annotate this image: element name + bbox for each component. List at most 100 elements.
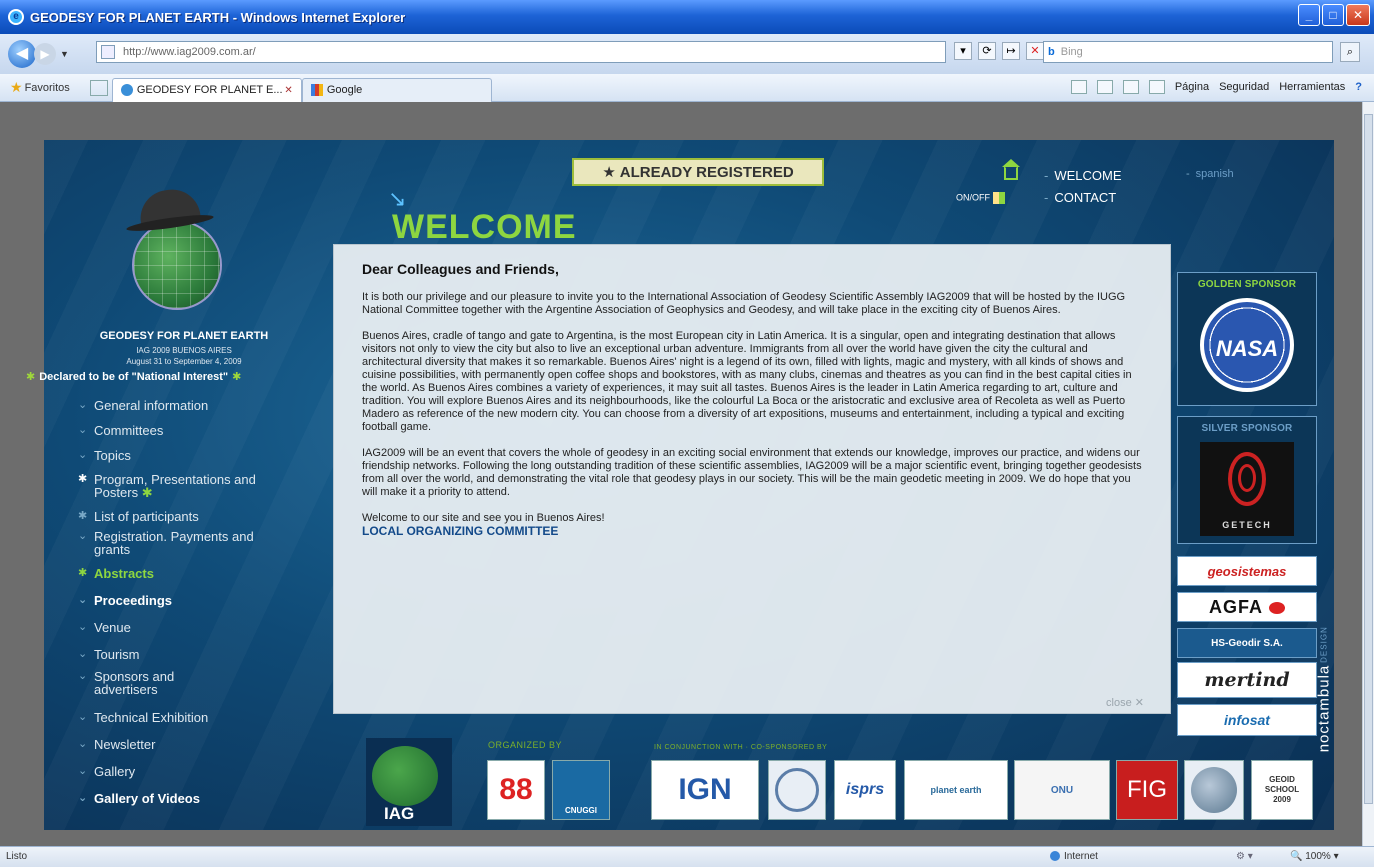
globe-seal-logo[interactable] (1184, 760, 1244, 820)
organized-by-label: ORGANIZED BY (488, 740, 563, 750)
ie-page-icon (120, 84, 133, 96)
getech-logo: GETECH (1200, 442, 1294, 536)
go-icon[interactable]: ↦ (1002, 42, 1020, 60)
seal-logo[interactable] (768, 760, 826, 820)
designer-brand: DESIGN noctambula (1315, 626, 1333, 753)
home-nav-icon[interactable] (1002, 159, 1020, 180)
nav-tourism[interactable]: ⌄ Tourism (74, 647, 314, 662)
language-link[interactable]: - spanish (1186, 168, 1234, 180)
nav-technical-exhibition[interactable]: ⌄ Technical Exhibition (74, 710, 314, 725)
nav-gallery[interactable]: ⌄ Gallery (74, 764, 314, 779)
bing-logo-icon: b (1048, 46, 1055, 58)
search-input[interactable]: b Bing (1043, 41, 1333, 63)
popup-close-button[interactable]: close ✕ (1106, 696, 1144, 709)
cooperation-label: IN CONJUNCTION WITH · CO-SPONSORED BY (654, 744, 828, 751)
popup-committee: LOCAL ORGANIZING COMMITTEE (362, 524, 559, 538)
zoom-level[interactable]: 🔍 100% ▾ (1290, 851, 1339, 862)
nav-topics[interactable]: ⌄ Topics (74, 448, 314, 463)
iag-logo[interactable]: IAG (366, 738, 452, 826)
nasa-logo: NASA (1200, 298, 1294, 392)
already-registered-button[interactable]: ★ ALREADY REGISTERED (572, 158, 824, 186)
national-interest-note: ✱ Declared to be of "National Interest" ✱ (26, 371, 242, 383)
compatibility-view-icon[interactable]: ▾ (954, 42, 972, 60)
print-icon[interactable] (1148, 80, 1165, 94)
ie-icon: e (8, 9, 24, 25)
page-menu[interactable]: Página (1175, 81, 1209, 93)
popup-paragraph: It is both our privilege and our pleasur… (362, 291, 1126, 316)
nav-welcome-link[interactable]: - WELCOME (1044, 168, 1122, 183)
org-dates: August 31 to September 4, 2009 (126, 357, 242, 366)
org-88-logo[interactable]: 88 (487, 760, 545, 820)
sponsor-hs-geodir[interactable]: HS-Geodir S.A. (1177, 628, 1317, 658)
nav-proceedings[interactable]: ⌄ Proceedings (74, 593, 314, 608)
ign-logo[interactable]: IGN (651, 760, 759, 820)
silver-sponsor-box[interactable]: SILVER SPONSOR GETECH (1177, 416, 1317, 544)
fig-logo[interactable]: FIG (1116, 760, 1178, 820)
nav-general-information[interactable]: ⌄ General information (74, 398, 314, 413)
cnuggi-logo[interactable]: CNUGGI (552, 760, 610, 820)
iag-globe-logo (132, 220, 222, 310)
url-text: http://www.iag2009.com.ar/ (123, 46, 256, 58)
scroll-thumb[interactable] (1364, 114, 1373, 804)
page-icon (101, 45, 115, 59)
sponsor-geosistemas[interactable]: geosistemas (1177, 556, 1317, 586)
url-field[interactable]: http://www.iag2009.com.ar/ (96, 41, 946, 63)
stop-icon[interactable]: ✕ (1026, 42, 1044, 60)
window-titlebar: e GEODESY FOR PLANET EARTH - Windows Int… (0, 0, 1374, 34)
close-window-button[interactable]: ✕ (1346, 4, 1370, 26)
close-icon: ✕ (1134, 697, 1144, 709)
sponsor-infosat[interactable]: infosat (1177, 704, 1317, 736)
geoid-school-logo[interactable]: GEOID SCHOOL 2009 (1251, 760, 1313, 820)
address-bar: ◀ ▶ ▼ http://www.iag2009.com.ar/ ▾ ⟳ ↦ ✕… (0, 34, 1374, 74)
nav-registration[interactable]: ⌄ Registration. Payments and grants (74, 530, 264, 556)
nav-contact-link[interactable]: - CONTACT (1044, 190, 1116, 205)
vertical-scrollbar[interactable] (1362, 102, 1374, 846)
sponsor-mertind[interactable]: mertind (1177, 662, 1317, 698)
favorites-label[interactable]: Favoritos (25, 82, 70, 94)
protected-mode-icon[interactable]: ⚙ ▾ (1236, 851, 1253, 862)
home-icon[interactable] (1070, 80, 1087, 94)
tools-menu[interactable]: Herramientas (1279, 81, 1345, 93)
favorites-star-icon[interactable]: ★ (10, 79, 23, 96)
feeds-icon[interactable] (1096, 80, 1113, 94)
refresh-icon[interactable]: ⟳ (978, 42, 996, 60)
search-icon[interactable]: ⌕ (1340, 42, 1360, 62)
planet-earth-logo[interactable]: planet earth (904, 760, 1008, 820)
tab-geodesy[interactable]: GEODESY FOR PLANET E... ✕ (111, 77, 302, 102)
nav-newsletter[interactable]: ⌄ Newsletter (74, 737, 314, 752)
maximize-button[interactable]: □ (1322, 4, 1344, 26)
mail-icon[interactable] (1122, 80, 1139, 94)
tab-google[interactable]: Google (301, 77, 492, 102)
status-text: Listo (6, 851, 28, 862)
internet-zone-icon (1050, 851, 1060, 862)
quick-tabs-icon[interactable] (89, 79, 108, 96)
nav-abstracts[interactable]: ✱ Abstracts (74, 566, 314, 581)
back-button[interactable]: ◀ (8, 40, 36, 68)
close-tab-icon[interactable]: ✕ (284, 85, 292, 96)
onoff-toggle[interactable]: ON/OFF (956, 192, 1005, 204)
welcome-heading: WELCOME (392, 208, 577, 246)
nav-venue[interactable]: ⌄ Venue (74, 620, 314, 635)
minimize-button[interactable]: _ (1298, 4, 1320, 26)
golden-sponsor-title: GOLDEN SPONSOR (1197, 279, 1297, 290)
nav-committees[interactable]: ⌄ Committees (74, 423, 314, 438)
forward-button[interactable]: ▶ (34, 43, 56, 65)
nav-list-of-participants[interactable]: ✱ List of participants (74, 509, 314, 524)
sponsor-agfa[interactable]: AGFA (1177, 592, 1317, 622)
nav-sponsors[interactable]: ⌄ Sponsors and advertisers (74, 670, 214, 696)
nav-program[interactable]: ✱ Program, Presentations and Posters ✱ (74, 473, 274, 499)
toggle-switch-icon (993, 192, 1005, 204)
security-zone[interactable]: Internet (1050, 851, 1098, 862)
status-bar: Listo Internet ⚙ ▾ 🔍 100% ▾ (0, 846, 1374, 867)
nav-gallery-of-videos[interactable]: ⌄ Gallery of Videos (74, 791, 314, 806)
isprs-logo[interactable]: isprs (834, 760, 896, 820)
popup-paragraph: IAG2009 will be an event that covers the… (362, 447, 1142, 498)
window-title: GEODESY FOR PLANET EARTH - Windows Inter… (30, 9, 406, 25)
onu-logo[interactable]: ONU (1014, 760, 1110, 820)
page-viewport: GEODESY FOR PLANET EARTH IAG 2009 BUENOS… (0, 102, 1362, 846)
security-menu[interactable]: Seguridad (1219, 81, 1269, 93)
help-icon[interactable]: ? (1355, 81, 1362, 93)
command-bar: Página Seguridad Herramientas ? (1070, 80, 1362, 94)
golden-sponsor-box[interactable]: GOLDEN SPONSOR NASA (1177, 272, 1317, 406)
history-dropdown-icon[interactable]: ▼ (60, 49, 72, 59)
